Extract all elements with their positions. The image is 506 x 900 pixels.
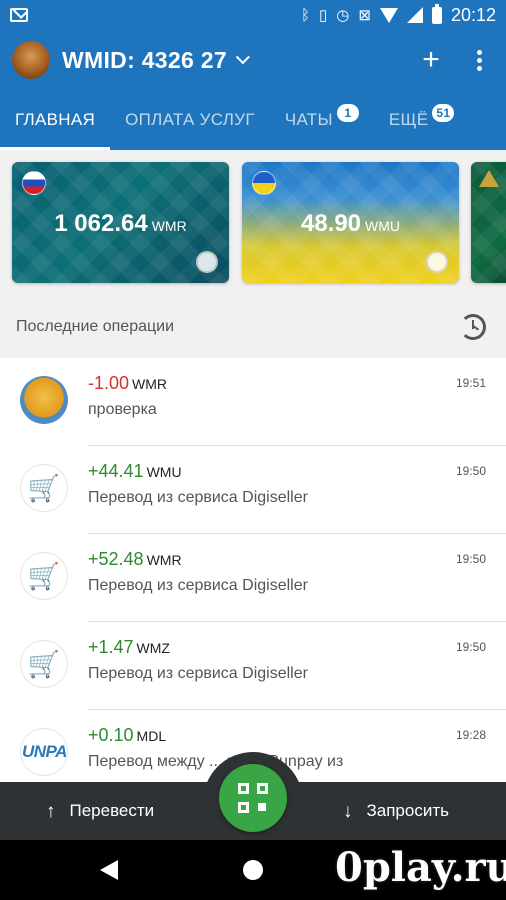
app-bar: WMID: 4326 27 + (0, 30, 506, 90)
operation-time: 19:50 (455, 464, 486, 478)
list-item[interactable]: -1.00 WMR проверка 19:51 (0, 358, 506, 446)
operation-description: Перевод из сервиса Digiseller (88, 577, 308, 594)
tab-payments-label: ОПЛАТА УСЛУГ (125, 110, 255, 129)
digiseller-cart-icon: 🛒 (20, 552, 68, 600)
purse-cards: 1 062.64 WMR 48.90 WMU (0, 150, 506, 296)
avatar[interactable] (12, 41, 50, 79)
vibrate-icon: ▯ (319, 6, 328, 24)
purse-card-wmr[interactable]: 1 062.64 WMR (12, 162, 229, 283)
list-item[interactable]: 🛒 +1.47 WMZ Перевод из сервиса Digiseller… (0, 622, 506, 710)
wmid-label[interactable]: WMID: 4326 27 (62, 47, 227, 74)
send-button[interactable]: ↑ Перевести (46, 782, 154, 840)
wifi-icon (379, 7, 398, 23)
amount-value: +1.47 (88, 637, 134, 657)
nav-home-icon[interactable] (243, 860, 263, 880)
arrow-down-icon: ↓ (343, 800, 353, 822)
tab-chats-label: ЧАТЫ (284, 110, 333, 129)
amount-value: +0.10 (88, 725, 134, 745)
runpay-logo-icon: UNPA (20, 728, 68, 776)
history-icon[interactable] (460, 314, 486, 340)
request-label: Запросить (366, 801, 449, 820)
digiseller-cart-icon: 🛒 (20, 464, 68, 512)
qr-code-icon (238, 783, 268, 813)
card-currency: WMU (365, 218, 401, 234)
plus-icon[interactable]: + (416, 43, 446, 77)
alarm-icon: ◷ (336, 6, 350, 24)
operation-amount: +52.48 WMR (88, 549, 182, 570)
amount-currency: WMR (132, 376, 168, 392)
amount-currency: MDL (136, 728, 167, 744)
operation-time: 19:51 (455, 376, 486, 390)
amount-value: -1.00 (88, 373, 130, 393)
digiseller-cart-icon: 🛒 (20, 640, 68, 688)
russia-flag-icon (22, 171, 46, 195)
operation-amount: +0.10 MDL (88, 725, 166, 746)
amount-value: +44.41 (88, 461, 144, 481)
tab-chats[interactable]: ЧАТЫ 1 (270, 90, 374, 150)
amount-currency: WMZ (136, 640, 170, 656)
chats-badge: 1 (336, 104, 359, 122)
operation-amount: +44.41 WMU (88, 461, 182, 482)
webmoney-globe-icon (196, 251, 218, 273)
webmoney-globe-icon (426, 251, 448, 273)
section-title: Последние операции (16, 318, 175, 335)
screen: ᛒ ▯ ◷ ⊠ 20:12 WMID: 4326 27 + ГЛАВНАЯ ОП… (0, 0, 506, 900)
operation-description: проверка (88, 401, 157, 418)
user-avatar-icon (20, 376, 68, 424)
operation-description: Перевод из сервиса Digiseller (88, 665, 308, 682)
operations-list[interactable]: -1.00 WMR проверка 19:51 🛒 +44.41 WMU Пере… (0, 358, 506, 782)
purse-card-wmu[interactable]: 48.90 WMU (242, 162, 459, 283)
watermark: 0play.ru (335, 844, 506, 891)
operation-time: 19:50 (455, 640, 486, 654)
tab-more[interactable]: ЕЩЁ 51 (374, 90, 470, 150)
operation-amount: +1.47 WMZ (88, 637, 170, 658)
gmail-notification-icon (10, 8, 28, 22)
tab-main[interactable]: ГЛАВНАЯ (0, 90, 111, 150)
card-amount: 1 062.64 (54, 210, 148, 237)
card-amount: 48.90 (300, 210, 362, 237)
purse-card-wmz[interactable] (471, 162, 506, 283)
card-currency: WMR (151, 218, 187, 234)
amount-value: +52.48 (88, 549, 144, 569)
operation-time: 19:28 (455, 728, 486, 742)
more-vert-icon[interactable] (464, 49, 494, 71)
request-button[interactable]: ↓ Запросить (343, 782, 449, 840)
arrow-up-icon: ↑ (46, 800, 56, 822)
recent-operations-header: Последние операции (0, 296, 506, 358)
ukraine-flag-icon (252, 171, 276, 195)
amount-currency: WMU (146, 464, 182, 480)
status-time: 20:12 (450, 4, 496, 25)
operation-amount: -1.00 WMR (88, 373, 167, 394)
send-label: Перевести (69, 801, 155, 820)
tab-main-label: ГЛАВНАЯ (15, 110, 96, 129)
bluetooth-icon: ᛒ (301, 6, 311, 24)
tab-payments[interactable]: ОПЛАТА УСЛУГ (110, 90, 270, 150)
list-item[interactable]: 🛒 +52.48 WMR Перевод из сервиса Digiselle… (0, 534, 506, 622)
tab-bar: ГЛАВНАЯ ОПЛАТА УСЛУГ ЧАТЫ 1 ЕЩЁ 51 (0, 90, 506, 150)
qr-scan-button[interactable] (219, 764, 287, 832)
runpay-logo-text: UNPA (22, 742, 67, 761)
status-bar: ᛒ ▯ ◷ ⊠ 20:12 (0, 0, 506, 30)
list-item[interactable]: 🛒 +44.41 WMU Перевод из сервиса Digiselle… (0, 446, 506, 534)
chevron-down-icon[interactable] (235, 50, 250, 65)
card-balance: 1 062.64 WMR (12, 210, 229, 238)
card-balance: 48.90 WMU (242, 210, 459, 238)
operation-description: Перевод из сервиса Digiseller (88, 489, 308, 506)
amount-currency: WMR (146, 552, 182, 568)
signal-icon (406, 7, 423, 23)
no-sim-icon: ⊠ (358, 6, 371, 24)
usa-pyramid-icon (479, 170, 499, 187)
tab-more-label: ЕЩЁ (388, 110, 429, 129)
nav-back-icon[interactable] (100, 860, 118, 880)
operation-time: 19:50 (455, 552, 486, 566)
more-badge: 51 (432, 104, 455, 122)
battery-icon (431, 3, 442, 24)
